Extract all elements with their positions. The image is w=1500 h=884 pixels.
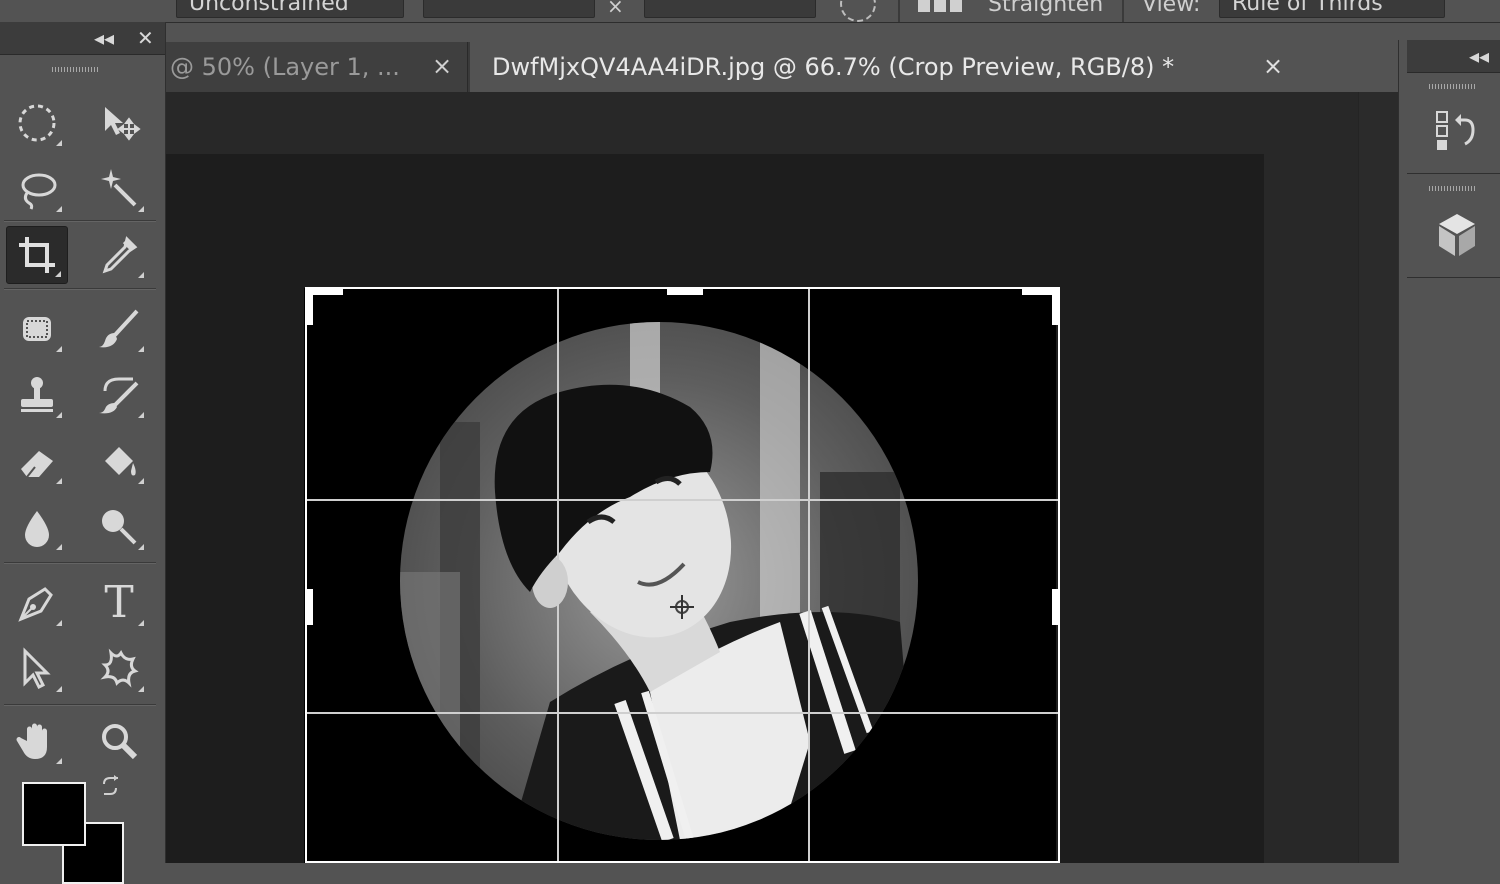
hand-tool-icon bbox=[16, 723, 47, 759]
panel-grip[interactable] bbox=[1429, 186, 1477, 191]
crop-box[interactable] bbox=[305, 287, 1060, 863]
crop-grid-line bbox=[307, 499, 1058, 501]
hand-tool[interactable] bbox=[6, 712, 68, 770]
history-panel-block bbox=[1407, 76, 1500, 174]
spot-healing-tool-icon bbox=[23, 317, 51, 341]
overlay-value: Rule of Thirds bbox=[1232, 0, 1383, 16]
spot-healing-tool[interactable] bbox=[6, 300, 68, 358]
swap-dimensions-button[interactable]: × bbox=[607, 0, 624, 18]
3d-panel-block bbox=[1407, 176, 1500, 278]
history-brush-tool[interactable] bbox=[88, 366, 150, 424]
crop-handle-left[interactable] bbox=[307, 589, 313, 625]
divider bbox=[898, 0, 900, 22]
options-bar: Unconstrained × Straighten View: Rule of… bbox=[0, 0, 1500, 23]
tool-separator bbox=[4, 704, 156, 705]
crop-handle-top[interactable] bbox=[667, 289, 703, 295]
close-tab-1-icon[interactable]: × bbox=[432, 52, 452, 80]
crop-grid-line bbox=[307, 712, 1058, 714]
paint-bucket-tool[interactable] bbox=[88, 432, 150, 490]
view-label: View: bbox=[1142, 0, 1201, 17]
path-selection-tool-icon bbox=[23, 647, 51, 690]
paint-bucket-tool-icon bbox=[105, 447, 136, 476]
3d-panel-icon[interactable] bbox=[1435, 212, 1479, 258]
aspect-ratio-dropdown[interactable]: Unconstrained bbox=[176, 0, 404, 18]
eraser-tool[interactable] bbox=[6, 432, 68, 490]
eyedropper-tool-icon bbox=[102, 236, 138, 274]
custom-shape-tool[interactable] bbox=[88, 640, 150, 698]
clone-stamp-tool-icon bbox=[21, 377, 53, 412]
lasso-tool[interactable] bbox=[6, 160, 68, 218]
clear-icon[interactable] bbox=[840, 0, 876, 22]
overlay-dropdown[interactable]: Rule of Thirds bbox=[1219, 0, 1445, 18]
custom-shape-tool-icon bbox=[100, 648, 139, 688]
close-panel-icon[interactable]: ✕ bbox=[137, 26, 154, 50]
foreground-color-swatch[interactable] bbox=[22, 782, 86, 846]
blur-tool[interactable] bbox=[6, 498, 68, 556]
aspect-ratio-value: Unconstrained bbox=[189, 0, 349, 16]
pen-tool-icon bbox=[18, 587, 53, 622]
tools-panel: ◂◂ ✕ T bbox=[0, 22, 166, 884]
pen-tool[interactable] bbox=[6, 574, 68, 632]
document-tab-2-label: DwfMjxQV4AA4iDR.jpg @ 66.7% (Crop Previe… bbox=[492, 53, 1175, 81]
swap-colors-icon[interactable] bbox=[98, 774, 126, 802]
right-panel-header: ◂◂ bbox=[1407, 40, 1500, 73]
crop-handle-right[interactable] bbox=[1052, 589, 1058, 625]
blur-tool-icon bbox=[25, 511, 49, 547]
lasso-tool-icon bbox=[21, 173, 57, 210]
document-tab-1-label: @ 50% (Layer 1, ... bbox=[170, 53, 400, 81]
width-field[interactable] bbox=[423, 0, 595, 18]
magic-wand-tool-icon bbox=[101, 169, 137, 207]
crop-handle-top-right[interactable] bbox=[1052, 289, 1058, 325]
crop-grid-line bbox=[557, 289, 559, 861]
collapse-right-panel-icon[interactable]: ◂◂ bbox=[1469, 44, 1489, 68]
brush-tool-icon bbox=[99, 309, 139, 348]
height-field[interactable] bbox=[644, 0, 816, 18]
brush-tool[interactable] bbox=[88, 300, 150, 358]
divider bbox=[1122, 0, 1124, 22]
path-selection-tool[interactable] bbox=[6, 640, 68, 698]
collapse-panel-icon[interactable]: ◂◂ bbox=[94, 26, 114, 50]
rectangular-marquee-tool-icon bbox=[18, 104, 56, 142]
zoom-tool-icon bbox=[102, 724, 138, 760]
move-tool[interactable] bbox=[88, 94, 150, 152]
zoom-tool[interactable] bbox=[88, 712, 150, 770]
tool-separator bbox=[4, 288, 156, 289]
document-tab-1[interactable]: @ 50% (Layer 1, ... × bbox=[166, 42, 468, 92]
dodge-tool-icon bbox=[102, 510, 137, 545]
clone-stamp-tool[interactable] bbox=[6, 366, 68, 424]
document-tabs-bar: @ 50% (Layer 1, ... × DwfMjxQV4AA4iDR.jp… bbox=[166, 42, 1300, 92]
panel-grip[interactable] bbox=[52, 67, 100, 72]
tools-panel-header: ◂◂ ✕ bbox=[0, 22, 165, 55]
type-tool-icon: T bbox=[104, 577, 134, 628]
move-tool-icon bbox=[105, 107, 141, 141]
history-brush-tool-icon bbox=[99, 377, 139, 414]
vertical-scrollbar[interactable] bbox=[1358, 92, 1399, 863]
eraser-tool-icon bbox=[21, 451, 53, 478]
close-tab-2-icon[interactable]: × bbox=[1263, 52, 1283, 80]
tool-separator bbox=[4, 562, 156, 563]
eyedropper-tool[interactable] bbox=[88, 226, 150, 284]
document-tab-2[interactable]: DwfMjxQV4AA4iDR.jpg @ 66.7% (Crop Previe… bbox=[470, 42, 1300, 92]
rectangular-marquee-tool[interactable] bbox=[6, 94, 68, 152]
type-tool[interactable]: T bbox=[88, 574, 150, 632]
straighten-label[interactable]: Straighten bbox=[988, 0, 1103, 17]
straighten-icon[interactable] bbox=[916, 0, 964, 16]
magic-wand-tool[interactable] bbox=[88, 160, 150, 218]
panel-grip[interactable] bbox=[1429, 84, 1477, 89]
crop-grid-line bbox=[808, 289, 810, 861]
crop-handle-top-left[interactable] bbox=[307, 289, 313, 325]
history-panel-icon[interactable] bbox=[1435, 108, 1479, 156]
crop-tool-icon bbox=[19, 237, 55, 273]
dodge-tool[interactable] bbox=[88, 498, 150, 556]
tool-separator bbox=[4, 220, 156, 221]
right-panel-dock: ◂◂ bbox=[1398, 40, 1500, 863]
crop-tool[interactable] bbox=[6, 226, 68, 284]
